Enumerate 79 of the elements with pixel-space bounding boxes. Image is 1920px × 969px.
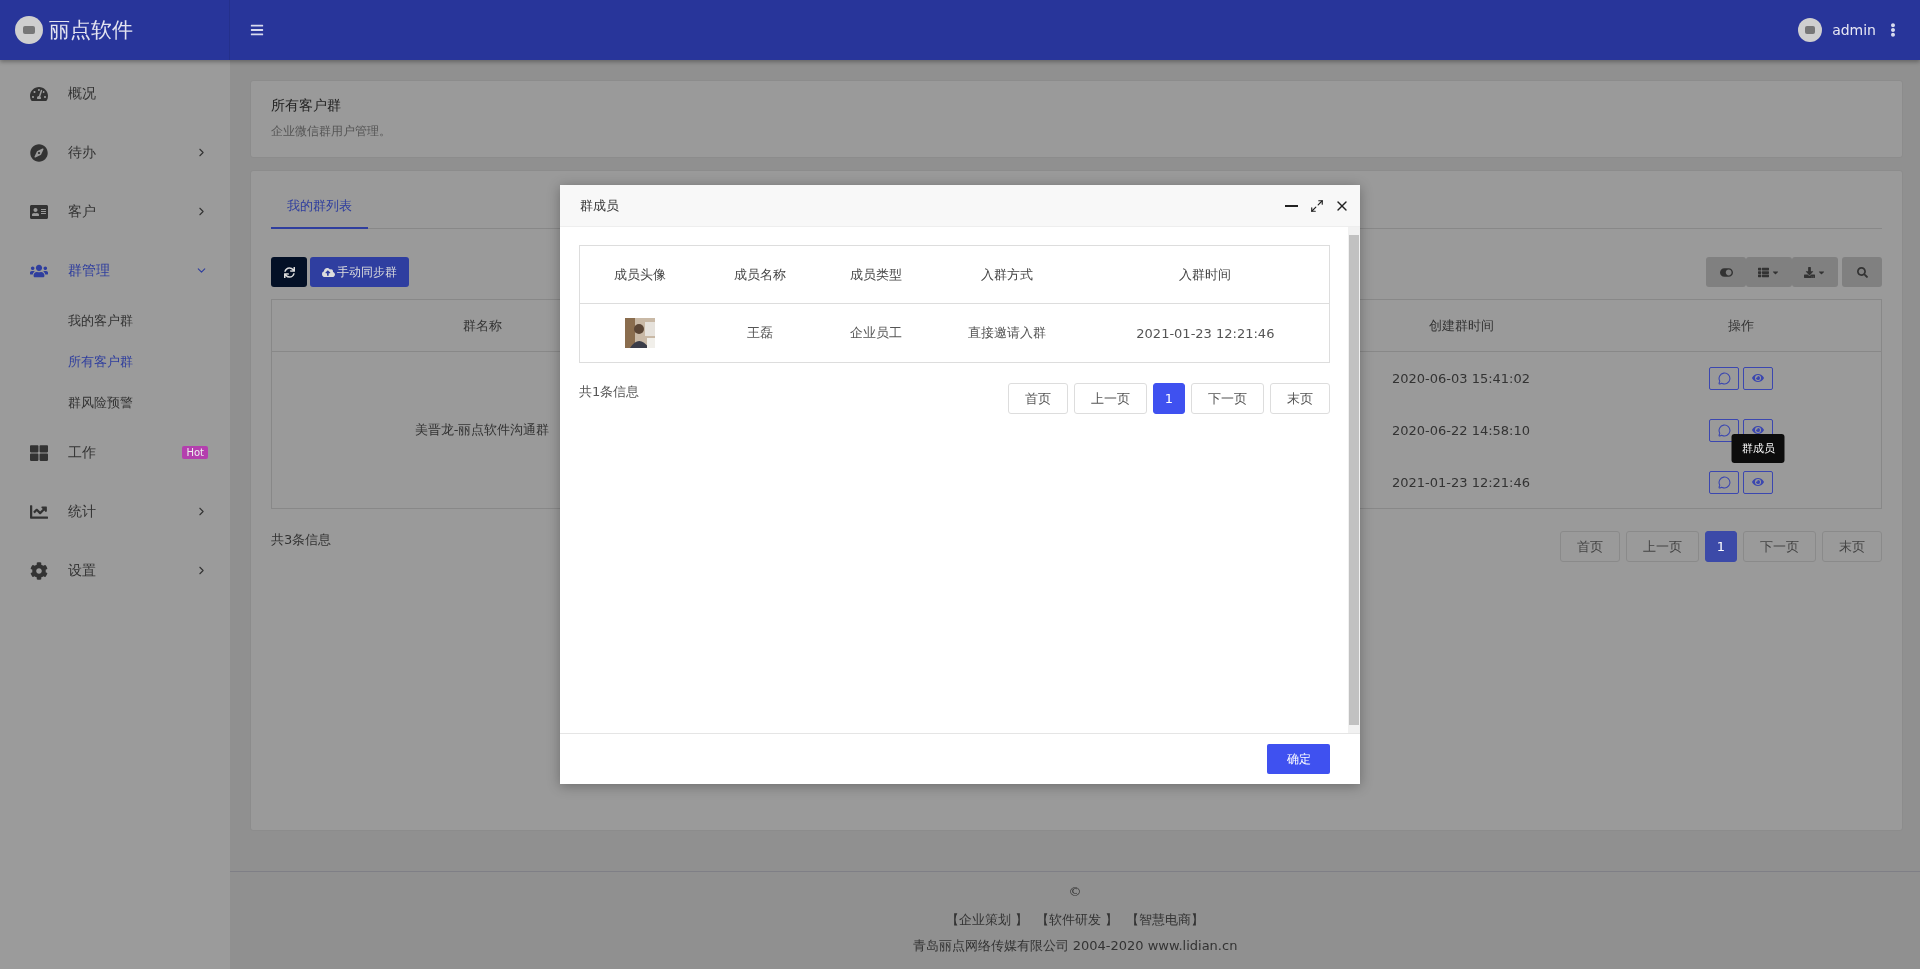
page-subtitle: 企业微信群用户管理。 [271, 123, 392, 140]
sidebar-item[interactable]: 客户 [0, 182, 230, 241]
sidebar-item[interactable]: 设置 [0, 541, 230, 600]
footer-link[interactable]: 【软件研发 】 [1036, 911, 1119, 929]
page-button[interactable]: 末页 [1270, 383, 1330, 414]
column-header: 操作 [1601, 300, 1881, 352]
menu-item-icon [30, 202, 48, 221]
chat-icon [1717, 475, 1731, 489]
sidebar-item[interactable]: 概况 [0, 64, 230, 123]
menu-icon[interactable] [250, 23, 264, 37]
submenu-item[interactable]: 我的客户群 [0, 300, 230, 341]
menu-item-icon [30, 502, 48, 521]
column-header: 成员类型 [819, 246, 932, 304]
toggle-button[interactable] [1706, 257, 1746, 287]
refresh-button[interactable] [271, 257, 307, 287]
column-header: 成员名称 [699, 246, 820, 304]
eye-icon [1752, 476, 1764, 488]
user-avatar[interactable] [1798, 18, 1823, 42]
page-button[interactable]: 上一页 [1073, 383, 1147, 414]
menu-item-icon [30, 443, 48, 462]
table-cell: 2021-01-23 12:21:46 [1391, 474, 1531, 490]
menu-item-icon [30, 143, 48, 162]
submenu-item[interactable]: 所有客户群 [0, 341, 230, 382]
list-icon [1758, 266, 1769, 278]
refresh-icon [283, 266, 295, 278]
table-cell: 美晋龙-丽点软件沟通群 [414, 421, 550, 439]
download-icon [1804, 266, 1815, 278]
confirm-button[interactable]: 确定 [1267, 744, 1330, 774]
sidebar-item[interactable]: 待办 [0, 123, 230, 182]
export-button[interactable] [1792, 257, 1838, 287]
sidebar-item[interactable]: 统计 [0, 482, 230, 541]
logo-icon [15, 16, 43, 44]
column-header: 入群时间 [1081, 246, 1329, 304]
maximize-icon [1310, 198, 1324, 213]
cloud-upload-icon [322, 265, 335, 279]
brand-name: 丽点软件 [49, 17, 133, 44]
submenu-item[interactable]: 群风险预警 [0, 382, 230, 423]
menu-item-icon [30, 561, 48, 580]
eye-icon [1752, 424, 1764, 436]
table-cell: 王磊 [746, 324, 773, 342]
page-button[interactable]: 首页 [1559, 531, 1620, 562]
table-cell: 直接邀请入群 [967, 324, 1046, 342]
user-name[interactable]: admin [1832, 22, 1876, 38]
menu-item-icon [30, 84, 48, 103]
table-cell: 2021-01-23 12:21:46 [1136, 325, 1275, 341]
sidebar-item[interactable]: 工作 Hot [0, 423, 230, 482]
tab[interactable]: 我的群列表 [271, 189, 368, 229]
minimize-button[interactable] [1283, 204, 1300, 207]
eye-icon [1752, 372, 1764, 384]
table-cell: 2020-06-03 15:41:02 [1391, 370, 1531, 386]
sync-button[interactable]: 手动同步群 [310, 257, 409, 287]
scrollbar[interactable] [1348, 227, 1360, 733]
table-cell: 2020-06-22 14:58:10 [1391, 422, 1531, 438]
company-info: 青岛丽点网络传媒有限公司 2004-2020 www.lidian.cn [912, 937, 1238, 955]
table-cell: 企业员工 [849, 324, 902, 342]
page-button[interactable]: 首页 [1007, 383, 1068, 414]
toggle-icon [1719, 265, 1733, 279]
search-icon [1856, 266, 1868, 278]
page-button[interactable]: 1 [1152, 383, 1185, 414]
copyright: © [1068, 884, 1082, 899]
chat-icon [1717, 423, 1731, 437]
page-button[interactable]: 1 [1704, 531, 1737, 562]
column-header: 成员头像 [580, 246, 700, 304]
hot-badge: Hot [182, 446, 208, 459]
page-button[interactable]: 末页 [1822, 531, 1882, 562]
maximize-button[interactable] [1310, 198, 1324, 213]
sidebar-item[interactable]: 群管理 [0, 241, 230, 300]
chat-icon [1717, 371, 1731, 385]
minimize-icon [1285, 204, 1298, 207]
footer-link[interactable]: 【企业策划 】 [945, 911, 1028, 929]
record-count: 共1条信息 [579, 383, 640, 401]
record-count: 共3条信息 [271, 531, 332, 549]
column-header: 入群方式 [932, 246, 1082, 304]
page-button[interactable]: 下一页 [1191, 383, 1264, 414]
page-title: 所有客户群 [271, 97, 342, 115]
footer-link[interactable]: 【智慧电商】 [1126, 911, 1205, 929]
search-button[interactable] [1842, 257, 1882, 287]
tooltip: 群成员 [1731, 433, 1785, 463]
dialog-title: 群成员 [580, 196, 620, 215]
